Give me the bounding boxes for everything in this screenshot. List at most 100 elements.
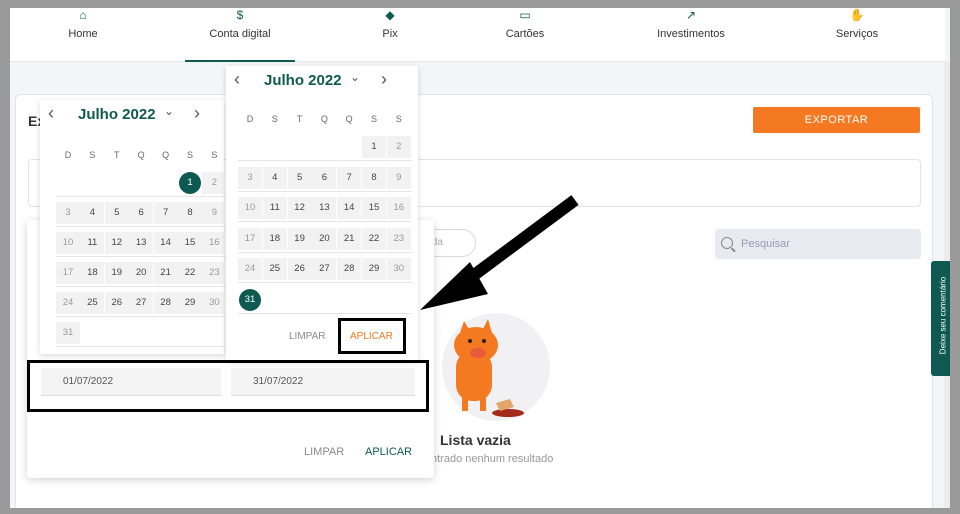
calendar-day[interactable]: 30 (202, 292, 227, 314)
calendar-day[interactable]: 22 (362, 227, 386, 250)
calendar-day[interactable]: 15 (178, 232, 202, 254)
nav-item-label: Investimentos (657, 28, 725, 40)
calendar-day[interactable]: 18 (262, 227, 287, 250)
calendar-day[interactable]: 19 (287, 227, 312, 250)
calendar-day[interactable]: 13 (129, 232, 154, 254)
calendar-day[interactable]: 12 (287, 197, 312, 219)
calendar-day[interactable]: 4 (80, 202, 105, 224)
apply-button-highlight (338, 318, 406, 354)
calendar-row-divider (238, 190, 412, 192)
app-frame: ⌂ Home $ Conta digital ◆ Pix ▭ Cartões ↗… (10, 8, 950, 508)
calendar-day[interactable]: 1 (178, 172, 202, 194)
calendar-day[interactable]: 12 (104, 232, 129, 254)
weekday-label: D (64, 150, 72, 160)
calendar-day[interactable]: 4 (262, 166, 287, 189)
calendar-day[interactable]: 6 (312, 166, 337, 189)
calendar-day[interactable]: 8 (178, 202, 202, 224)
calendar-day[interactable]: 21 (153, 262, 178, 284)
calendar-day[interactable]: 15 (362, 197, 386, 219)
calendar-day[interactable]: 13 (312, 197, 337, 219)
calendar-day[interactable]: 23 (386, 227, 411, 250)
calendar-day[interactable]: 24 (238, 258, 262, 280)
empty-state-title: Lista vazia (440, 432, 511, 448)
calendar-day[interactable]: 27 (129, 292, 154, 314)
calendar-day[interactable]: 1 (362, 136, 386, 158)
calendar-day[interactable]: 28 (337, 258, 362, 280)
calendar-day[interactable]: 26 (104, 292, 129, 314)
weekday-label: S (211, 150, 218, 160)
calendar-day[interactable]: 2 (386, 136, 411, 158)
chevron-left-icon[interactable]: ‹ (234, 69, 240, 89)
chevron-left-icon[interactable]: ‹ (48, 103, 54, 123)
calendar-day[interactable]: 24 (56, 292, 80, 314)
calendar-day[interactable]: 6 (129, 202, 154, 224)
calendar-day[interactable]: 20 (312, 227, 337, 250)
empty-state-illustration (442, 313, 550, 421)
calendar-day[interactable]: 28 (153, 292, 178, 314)
nav-item-servicos[interactable]: ✋ Serviços (802, 8, 912, 62)
selected-day[interactable]: 31 (239, 288, 261, 311)
calendar-day[interactable]: 26 (287, 258, 312, 280)
apply-button[interactable]: APLICAR (365, 446, 412, 458)
weekday-label: S (186, 150, 193, 160)
calendar-day[interactable]: 2 (202, 172, 227, 194)
nav-item-cartoes[interactable]: ▭ Cartões (470, 8, 580, 62)
calendar-day[interactable]: 20 (129, 262, 154, 284)
calendar-day[interactable]: 10 (56, 232, 80, 254)
calendar-day[interactable]: 9 (386, 166, 411, 189)
calendar-day[interactable]: 25 (262, 258, 287, 280)
pix-icon: ◆ (385, 8, 395, 22)
calendar-day[interactable]: 10 (238, 197, 262, 219)
clear-button[interactable]: LIMPAR (304, 446, 344, 458)
calendar-day[interactable]: 17 (56, 262, 80, 284)
search-input[interactable]: Pesquisar (715, 229, 921, 259)
calendar-day[interactable]: 19 (104, 262, 129, 284)
calendar-day[interactable]: 9 (202, 202, 227, 224)
calendar-day[interactable]: 21 (337, 227, 362, 250)
calendar-day[interactable]: 31 (238, 288, 262, 311)
calendar-day[interactable]: 3 (56, 202, 80, 224)
calendar-day[interactable]: 23 (202, 262, 227, 284)
calendar-day[interactable]: 29 (362, 258, 386, 280)
weekday-label: S (370, 114, 377, 124)
feedback-tab[interactable]: Deixe seu comentário (931, 261, 950, 376)
calendar-day[interactable]: 11 (262, 197, 287, 219)
calendar-day[interactable]: 27 (312, 258, 337, 280)
nav-item-investimentos[interactable]: ↗ Investimentos (636, 8, 746, 62)
calendar-day[interactable]: 25 (80, 292, 105, 314)
calendar-day[interactable]: 11 (80, 232, 105, 254)
calendar-day[interactable]: 18 (80, 262, 105, 284)
calendar-day[interactable]: 8 (362, 166, 386, 189)
calendar-day[interactable]: 16 (386, 197, 411, 219)
calendar-day[interactable]: 14 (337, 197, 362, 219)
calendar-day[interactable]: 3 (238, 166, 262, 189)
calendar-day[interactable]: 30 (386, 258, 411, 280)
calendar-day[interactable]: 5 (104, 202, 129, 224)
calendar-day[interactable]: 31 (56, 322, 80, 344)
nav-item-home[interactable]: ⌂ Home (28, 8, 138, 62)
calendar-day[interactable]: 17 (238, 227, 262, 250)
nav-item-conta-digital[interactable]: $ Conta digital (185, 8, 295, 62)
calendar-row-divider (56, 256, 227, 257)
calendar-day[interactable]: 16 (202, 232, 227, 254)
calendar-row-divider (56, 226, 227, 227)
calendar-day[interactable]: 14 (153, 232, 178, 254)
chevron-right-icon[interactable]: › (194, 103, 200, 123)
calendar-day[interactable]: 22 (178, 262, 202, 284)
chevron-down-icon[interactable]: ⌄ (164, 104, 174, 118)
calendar-month: Julho 2022 (78, 106, 156, 123)
weekday-label: S (395, 114, 402, 124)
calendar-day[interactable]: 29 (178, 292, 202, 314)
export-button[interactable]: EXPORTAR (753, 107, 920, 133)
nav-item-pix[interactable]: ◆ Pix (335, 8, 445, 62)
nav-item-label: Serviços (835, 28, 879, 40)
calendar-day[interactable]: 7 (153, 202, 178, 224)
calendar-day[interactable]: 5 (287, 166, 312, 189)
chevron-down-icon[interactable]: ⌄ (350, 70, 360, 84)
feedback-tab-label: Deixe seu comentário (938, 276, 948, 355)
chevron-right-icon[interactable]: › (381, 69, 387, 89)
selected-day[interactable]: 1 (179, 172, 201, 194)
calendar-day[interactable]: 7 (337, 166, 362, 189)
calendar-month: Julho 2022 (264, 72, 342, 89)
calendar-clear-button[interactable]: LIMPAR (289, 331, 326, 342)
